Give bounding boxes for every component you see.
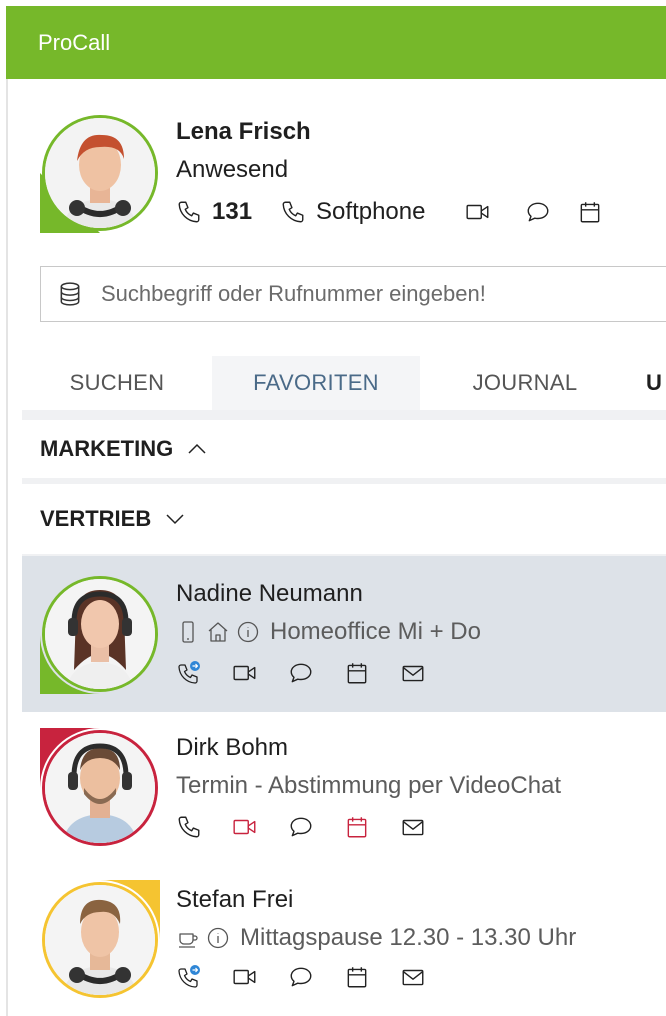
tab-journal[interactable]: JOURNAL (420, 356, 630, 410)
chat-icon[interactable] (525, 199, 551, 225)
mail-icon[interactable] (400, 660, 426, 686)
my-actions: 131 Softphone (176, 196, 603, 228)
group-marketing[interactable]: MARKETING (22, 420, 666, 478)
contact-status: Termin - Abstimmung per VideoChat (176, 772, 561, 800)
contact-status: Mittagspause 12.30 - 13.30 Uhr (176, 924, 576, 952)
home-icon (206, 620, 230, 644)
mail-icon[interactable] (400, 814, 426, 840)
avatar[interactable] (40, 574, 160, 694)
database-icon (57, 281, 83, 307)
status-text: Termin - Abstimmung per VideoChat (176, 772, 562, 799)
calendar-icon[interactable] (344, 964, 370, 990)
my-name: Lena Frisch (176, 118, 311, 145)
phone-icon[interactable] (280, 199, 306, 225)
tab-overflow[interactable]: U (646, 356, 666, 410)
chat-icon[interactable] (288, 814, 314, 840)
my-presence-status[interactable]: Anwesend (176, 156, 288, 184)
app-title: ProCall (38, 29, 111, 55)
chat-icon[interactable] (288, 964, 314, 990)
group-label: VERTRIEB (40, 506, 152, 531)
title-bar: ProCall (6, 6, 666, 79)
contact-actions (176, 814, 456, 840)
status-text: Mittagspause 12.30 - 13.30 Uhr (240, 924, 577, 951)
phone-icon[interactable] (176, 814, 202, 840)
contact-status: Homeoffice Mi + Do (176, 618, 481, 646)
tab-strip: SUCHEN FAVORITEN JOURNAL U (22, 356, 666, 410)
chevron-up-icon[interactable] (185, 437, 209, 461)
contact-row[interactable]: Dirk Bohm Termin - Abstimmung per VideoC… (22, 712, 666, 862)
coffee-icon (176, 926, 200, 950)
info-icon (206, 926, 230, 950)
phone-forward-icon[interactable] (176, 964, 202, 990)
chat-icon[interactable] (288, 660, 314, 686)
calendar-icon[interactable] (577, 199, 603, 225)
mail-icon[interactable] (400, 964, 426, 990)
group-vertrieb[interactable]: VERTRIEB (22, 484, 666, 554)
search-box[interactable] (40, 266, 666, 322)
contact-name: Dirk Bohm (176, 734, 289, 761)
chevron-down-icon[interactable] (163, 507, 187, 531)
contact-name: Stefan Frei (176, 886, 294, 913)
mobile-icon (176, 620, 200, 644)
phone-forward-icon[interactable] (176, 660, 202, 686)
contact-actions (176, 660, 456, 686)
tab-favoriten[interactable]: FAVORITEN (212, 356, 420, 410)
phone-icon[interactable] (176, 199, 202, 225)
calendar-icon[interactable] (344, 814, 370, 840)
contact-row[interactable]: Stefan Frei Mittagspause 12.30 - 13.30 U… (22, 862, 666, 1016)
status-text: Homeoffice Mi + Do (270, 618, 481, 645)
calendar-icon[interactable] (344, 660, 370, 686)
tab-suchen[interactable]: SUCHEN (22, 356, 212, 410)
contact-name: Nadine Neumann (176, 580, 363, 607)
search-input[interactable] (101, 281, 661, 307)
video-icon[interactable] (232, 660, 258, 686)
video-icon[interactable] (465, 199, 491, 225)
contact-row[interactable]: Nadine Neumann Homeoffice Mi + Do (22, 556, 666, 712)
contact-actions (176, 964, 456, 990)
avatar[interactable] (40, 728, 160, 848)
window-border (6, 79, 8, 1016)
my-avatar[interactable] (40, 113, 160, 233)
group-label: MARKETING (40, 436, 174, 461)
my-device[interactable]: Softphone (316, 198, 425, 226)
video-icon[interactable] (232, 814, 258, 840)
info-icon (236, 620, 260, 644)
my-extension[interactable]: 131 (212, 198, 252, 226)
video-icon[interactable] (232, 964, 258, 990)
avatar[interactable] (40, 880, 160, 1000)
